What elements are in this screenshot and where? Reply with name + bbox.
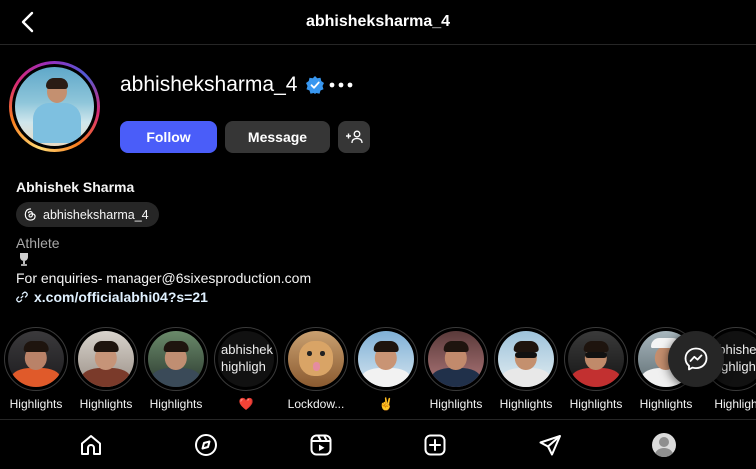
link-text: x.com/officialabhi04?s=21	[34, 289, 208, 305]
home-icon	[81, 435, 101, 455]
create-icon	[424, 434, 446, 456]
more-horizontal-icon	[329, 82, 353, 88]
highlight-cover-text: abhishek highligh	[218, 331, 274, 387]
highlight-label: Highlights	[79, 397, 133, 411]
profile-category: Athlete	[16, 235, 60, 251]
highlight-label: Lockdow...	[287, 397, 345, 411]
highlight-item[interactable]: Highlights	[1, 327, 71, 411]
reels-icon	[310, 434, 332, 456]
threads-handle: abhisheksharma_4	[43, 207, 149, 222]
more-options-button[interactable]	[327, 72, 355, 98]
highlight-label: Highligh	[714, 397, 756, 411]
bio-text: For enquiries- manager@6sixesproduction.…	[16, 270, 312, 286]
avatar-image	[15, 67, 94, 146]
messages-floating-button[interactable]	[668, 331, 724, 387]
highlight-item[interactable]: Highlights	[421, 327, 491, 411]
add-person-icon	[346, 130, 363, 144]
message-button[interactable]: Message	[225, 121, 330, 153]
highlight-item[interactable]: Lockdow...	[281, 327, 351, 411]
threads-icon	[24, 208, 36, 221]
threads-badge[interactable]: abhisheksharma_4	[16, 202, 159, 227]
username-text: abhisheksharma_4	[120, 73, 298, 96]
highlight-label: Highlights	[499, 397, 553, 411]
highlight-label: Highlights	[569, 397, 623, 411]
highlight-label: Highlights	[429, 397, 483, 411]
highlights-tray: Highlights Highlights Highlights abhishe…	[0, 327, 756, 412]
verified-badge-icon	[305, 75, 325, 95]
profile-icon	[652, 433, 676, 457]
highlight-label: ❤️	[238, 397, 254, 411]
highlight-item[interactable]: ✌️	[351, 327, 421, 411]
highlight-item[interactable]: abhishek highligh ❤️	[211, 327, 281, 411]
nav-profile[interactable]	[651, 432, 677, 458]
profile-username: abhisheksharma_4	[120, 73, 325, 97]
messenger-icon	[684, 347, 708, 371]
nav-direct[interactable]	[537, 432, 563, 458]
highlight-label: Highlights	[149, 397, 203, 411]
highlight-item[interactable]: Highlights	[71, 327, 141, 411]
profile-avatar[interactable]	[9, 61, 100, 152]
highlight-item[interactable]: Highlights	[141, 327, 211, 411]
bottom-navigation	[0, 419, 756, 469]
highlight-label: Highlights	[639, 397, 693, 411]
top-bar: abhisheksharma_4	[0, 0, 756, 45]
trophy-emoji-icon	[20, 253, 28, 266]
explore-icon	[195, 434, 217, 456]
nav-home[interactable]	[78, 432, 104, 458]
direct-icon	[539, 435, 561, 456]
nav-reels[interactable]	[308, 432, 334, 458]
highlight-item[interactable]: Highlights	[561, 327, 631, 411]
highlight-label: Highlights	[9, 397, 63, 411]
full-name: Abhishek Sharma	[16, 179, 135, 195]
highlight-item[interactable]: Highlights	[491, 327, 561, 411]
suggested-users-button[interactable]	[338, 121, 370, 153]
follow-button[interactable]: Follow	[120, 121, 217, 153]
highlight-label: ✌️	[378, 397, 394, 411]
link-icon	[16, 291, 28, 303]
page-title: abhisheksharma_4	[305, 13, 451, 30]
nav-explore[interactable]	[193, 432, 219, 458]
nav-create[interactable]	[422, 432, 448, 458]
profile-link[interactable]: x.com/officialabhi04?s=21	[16, 289, 208, 305]
